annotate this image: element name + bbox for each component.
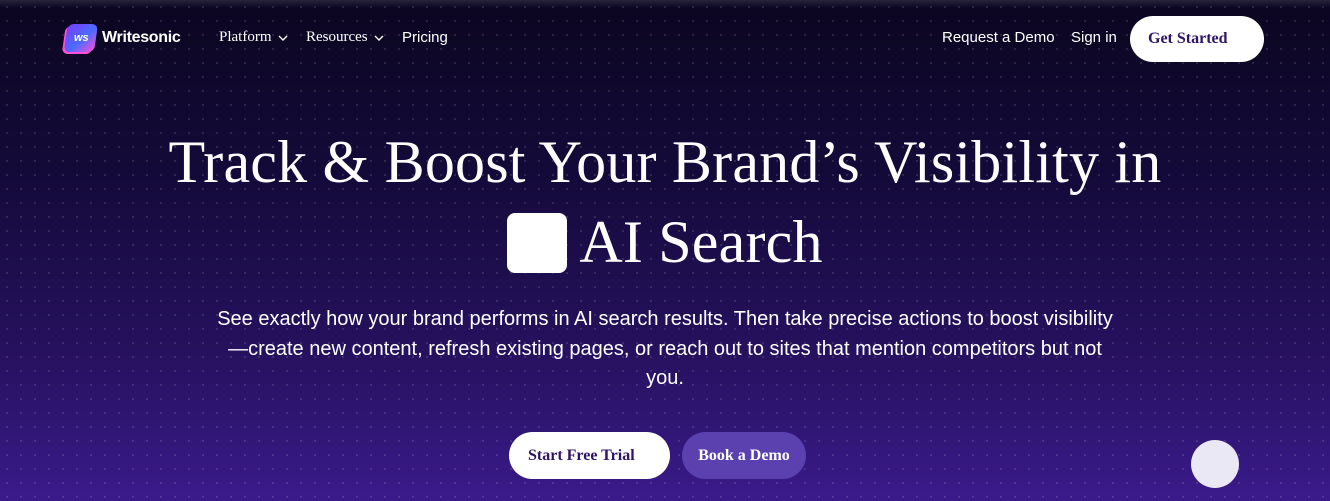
top-navigation: ws Writesonic Platform Resources Pricing… (0, 0, 1330, 76)
nav-item-label: Resources (306, 29, 368, 45)
start-free-trial-label: Start Free Trial (528, 446, 635, 464)
chevron-down-icon (373, 32, 385, 44)
nav-item-pricing[interactable]: Pricing (402, 29, 448, 46)
chat-widget-icon[interactable] (1191, 440, 1239, 488)
get-started-label: Get Started (1148, 30, 1228, 47)
request-demo-label: Request a Demo (942, 29, 1055, 46)
ai-logo-placeholder-icon (507, 212, 568, 273)
brand-logo[interactable]: ws Writesonic (64, 24, 181, 52)
nav-item-platform[interactable]: Platform (219, 29, 289, 46)
book-demo-label: Book a Demo (698, 446, 790, 464)
nav-item-label: Pricing (402, 29, 448, 46)
logo-mark-text: ws (73, 32, 89, 44)
get-started-button[interactable]: Get Started (1130, 16, 1264, 62)
hero-title-ai-search: AI Search (579, 209, 823, 275)
sign-in-link[interactable]: Sign in (1071, 29, 1117, 46)
start-free-trial-button[interactable]: Start Free Trial (509, 432, 670, 479)
hero-title-line-1: Track & Boost Your Brand’s Visibility in (168, 129, 1162, 195)
nav-item-resources[interactable]: Resources (306, 29, 385, 46)
writesonic-logo-icon: ws (64, 24, 98, 52)
sign-in-label: Sign in (1071, 29, 1117, 46)
hero-title-line-2: AI Search (0, 208, 1330, 277)
chevron-down-icon (277, 32, 289, 44)
nav-item-label: Platform (219, 29, 272, 45)
hero-subtitle: See exactly how your brand performs in A… (217, 308, 1113, 389)
brand-name: Writesonic (102, 29, 181, 46)
book-demo-button[interactable]: Book a Demo (682, 432, 806, 479)
request-demo-link[interactable]: Request a Demo (942, 29, 1055, 46)
